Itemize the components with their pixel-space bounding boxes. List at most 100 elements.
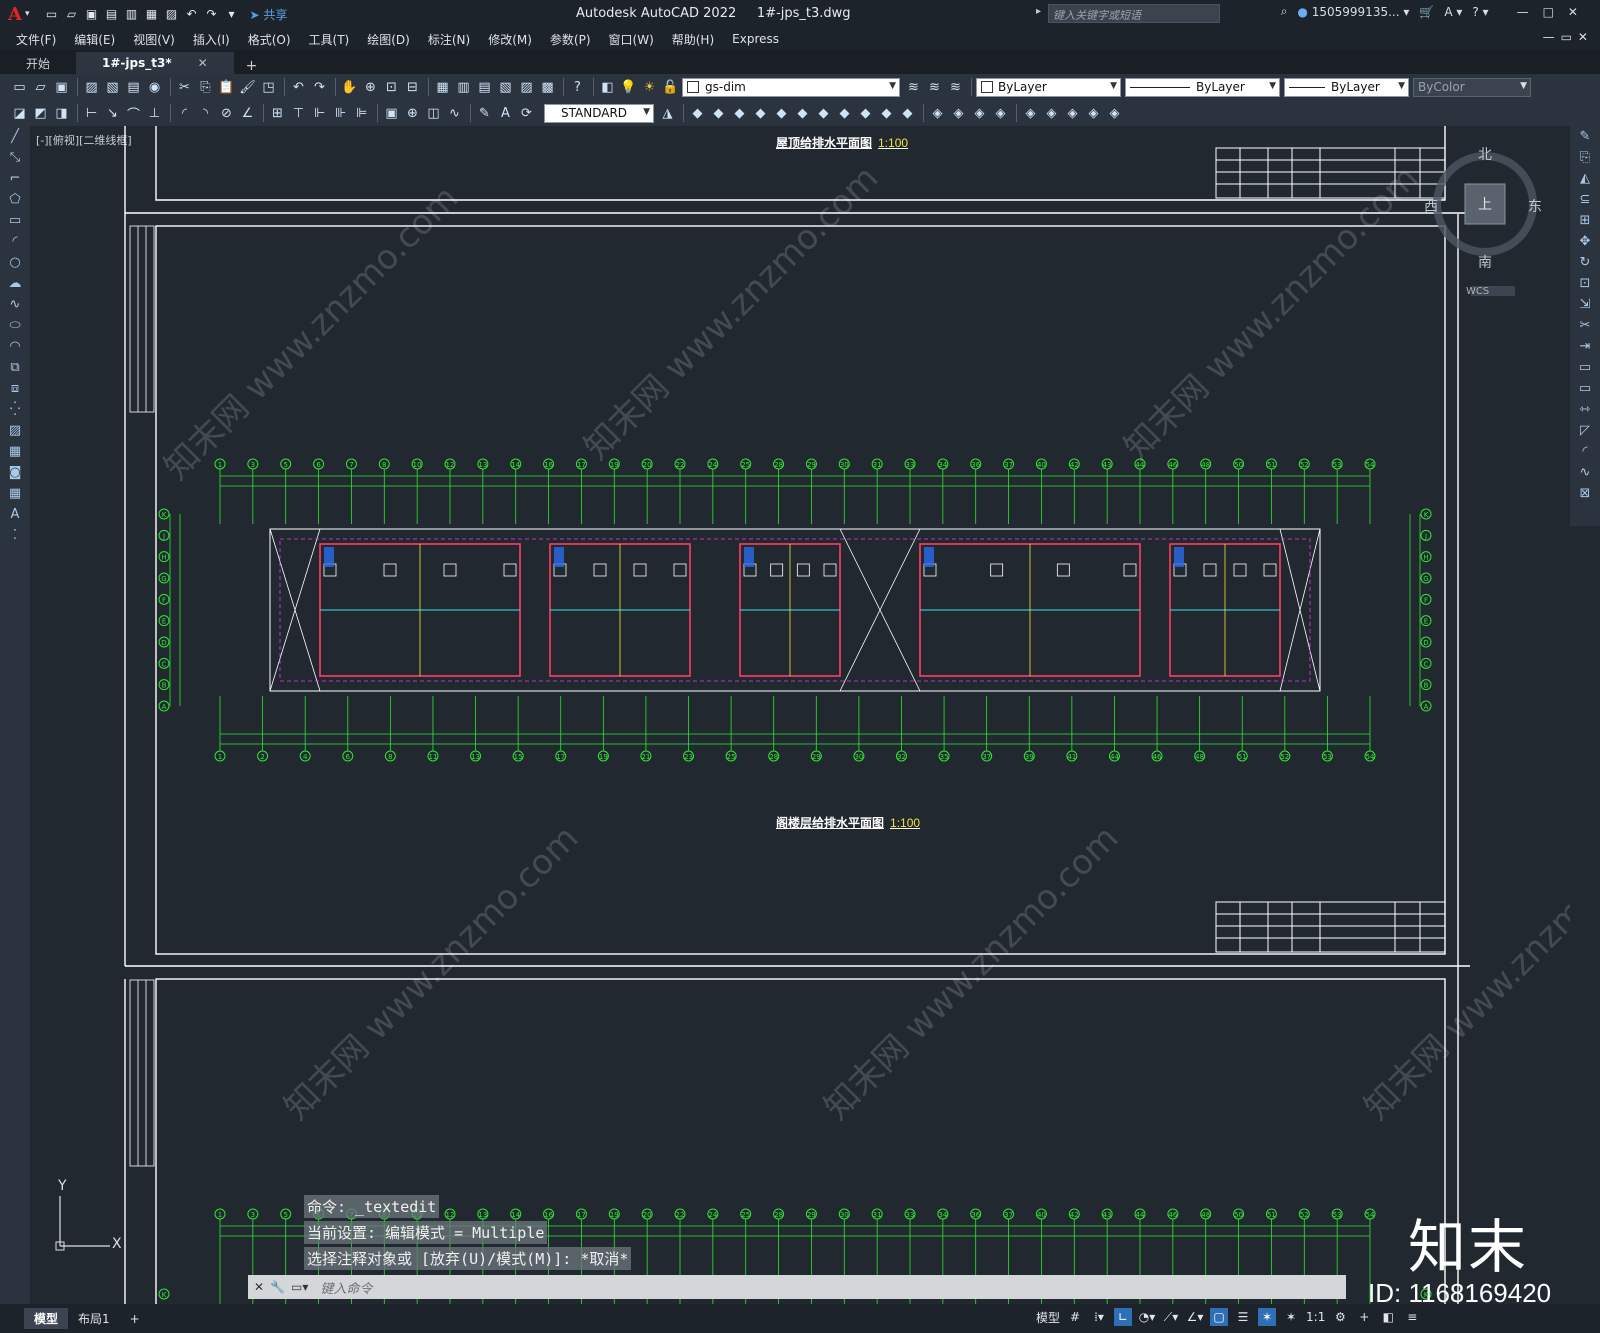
- continue-dimension-icon[interactable]: ⊩: [310, 104, 329, 122]
- render-tool-icon[interactable]: ◈: [949, 104, 968, 122]
- color-dropdown[interactable]: ByLayer ▼: [976, 77, 1121, 97]
- inspection-icon[interactable]: ◫: [424, 104, 443, 122]
- plot-icon[interactable]: ▨: [164, 6, 180, 22]
- design-center-icon[interactable]: ▥: [454, 78, 473, 96]
- tool-icon[interactable]: ◨: [52, 104, 71, 122]
- ortho-icon[interactable]: ∟: [1114, 1308, 1133, 1326]
- modify-tool-icon[interactable]: ◆: [835, 104, 854, 122]
- view-cube[interactable]: 北 南 东 西 上 WCS: [1424, 136, 1542, 297]
- render-tool-icon[interactable]: ◈: [970, 104, 989, 122]
- object-snap-icon[interactable]: ▢: [1210, 1308, 1229, 1326]
- linear-dimension-icon[interactable]: ⊢: [82, 104, 101, 122]
- match-properties-icon[interactable]: 🖌: [238, 78, 257, 96]
- search-icon[interactable]: ⌕: [1281, 4, 1288, 19]
- erase-icon[interactable]: ✎: [1570, 126, 1600, 147]
- multiline-text-icon[interactable]: A: [0, 504, 30, 525]
- wcs-menu[interactable]: WCS: [1466, 286, 1489, 297]
- menu-help[interactable]: 帮助(H): [672, 31, 714, 48]
- jogged-dimension-icon[interactable]: ◝: [196, 104, 215, 122]
- isolate-icon[interactable]: ◧: [1379, 1308, 1397, 1326]
- block-editor-icon[interactable]: ◳: [259, 78, 278, 96]
- add-layout-button[interactable]: +: [120, 1310, 150, 1328]
- new-file-icon[interactable]: ▭: [44, 6, 60, 22]
- dimension-break-icon[interactable]: ⊫: [352, 104, 371, 122]
- point-icon[interactable]: ⁛: [0, 399, 30, 420]
- insert-block-icon[interactable]: ⧉: [0, 357, 30, 378]
- quick-dimension-icon[interactable]: ⊞: [268, 104, 287, 122]
- undo-icon[interactable]: ↶: [184, 6, 200, 22]
- pan-icon[interactable]: ✋: [340, 78, 359, 96]
- command-line[interactable]: ✕ 🔧 ▭▾ 键入命令: [248, 1275, 1346, 1299]
- radius-dimension-icon[interactable]: ◜: [175, 104, 194, 122]
- tool-palettes-icon[interactable]: ▤: [475, 78, 494, 96]
- render-tool-icon[interactable]: ◈: [1084, 104, 1103, 122]
- tab-start[interactable]: 开始: [0, 52, 76, 74]
- rectangle-icon[interactable]: ▭: [0, 210, 30, 231]
- cart-icon[interactable]: 🛒: [1419, 5, 1434, 19]
- compass-north[interactable]: 北: [1478, 144, 1492, 164]
- lineweight-icon[interactable]: ☰: [1234, 1308, 1252, 1326]
- zoom-realtime-icon[interactable]: ⊕: [361, 78, 380, 96]
- diameter-dimension-icon[interactable]: ⊘: [217, 104, 236, 122]
- markup-icon[interactable]: ▨: [517, 78, 536, 96]
- document-window-controls[interactable]: —▭✕: [1543, 30, 1594, 44]
- render-tool-icon[interactable]: ◈: [1105, 104, 1124, 122]
- arc-length-icon[interactable]: ⌒: [124, 104, 143, 123]
- tab-model[interactable]: 模型: [24, 1308, 69, 1329]
- compass-east[interactable]: 东: [1528, 196, 1542, 216]
- make-block-icon[interactable]: ⧈: [0, 378, 30, 399]
- trim-icon[interactable]: ✂: [1570, 315, 1600, 336]
- search-expand-icon[interactable]: ▸: [1036, 6, 1041, 17]
- menu-draw[interactable]: 绘图(D): [367, 31, 410, 48]
- auto-scale-icon[interactable]: ✶: [1282, 1308, 1300, 1326]
- redo-icon[interactable]: ↷: [204, 6, 220, 22]
- tool-icon[interactable]: ◩: [31, 104, 50, 122]
- copy-object-icon[interactable]: ⎘: [1570, 147, 1600, 168]
- autodesk-app-icon[interactable]: A ▾: [1444, 5, 1462, 19]
- new-icon[interactable]: ▭: [10, 78, 29, 96]
- dimension-style-dropdown[interactable]: STANDARD ▼: [544, 103, 654, 123]
- user-account[interactable]: ● 1505999135... ▾: [1297, 5, 1409, 19]
- render-tool-icon[interactable]: ◈: [991, 104, 1010, 122]
- modify-tool-icon[interactable]: ◆: [898, 104, 917, 122]
- open-file-icon[interactable]: ▱: [64, 6, 80, 22]
- mirror-icon[interactable]: ◭: [1570, 168, 1600, 189]
- tool-icon[interactable]: ◪: [10, 104, 29, 122]
- copy-icon[interactable]: ⎘: [196, 78, 215, 96]
- tolerance-icon[interactable]: ▣: [382, 104, 401, 122]
- compass-west[interactable]: 西: [1424, 196, 1438, 216]
- compass-south[interactable]: 南: [1478, 252, 1492, 272]
- zoom-window-icon[interactable]: ⊡: [382, 78, 401, 96]
- close-tab-icon[interactable]: ✕: [198, 56, 208, 70]
- extend-icon[interactable]: ⇥: [1570, 336, 1600, 357]
- modify-tool-icon[interactable]: ◆: [856, 104, 875, 122]
- make-current-layer-icon[interactable]: ≋: [904, 78, 923, 96]
- customize-icon[interactable]: 🔧: [270, 1280, 285, 1294]
- redo-icon[interactable]: ↷: [310, 78, 329, 96]
- scale-icon[interactable]: ⊡: [1570, 273, 1600, 294]
- undo-icon[interactable]: ↶: [289, 78, 308, 96]
- menu-file[interactable]: 文件(F): [16, 31, 56, 48]
- center-mark-icon[interactable]: ⊕: [403, 104, 422, 122]
- aligned-dimension-icon[interactable]: ↘: [103, 104, 122, 122]
- import-icon[interactable]: ▥: [124, 6, 140, 22]
- layer-on-icon[interactable]: 💡: [619, 78, 638, 96]
- dimension-style-icon[interactable]: ◮: [658, 104, 677, 122]
- jogged-linear-icon[interactable]: ∿: [445, 104, 464, 122]
- zoom-previous-icon[interactable]: ⊟: [403, 78, 422, 96]
- render-tool-icon[interactable]: ◈: [1042, 104, 1061, 122]
- layer-lock-icon[interactable]: 🔓: [661, 78, 680, 96]
- move-icon[interactable]: ✥: [1570, 231, 1600, 252]
- export-icon[interactable]: ▦: [144, 6, 160, 22]
- annotation-scale[interactable]: 1:1: [1306, 1310, 1325, 1324]
- menu-view[interactable]: 视图(V): [133, 31, 175, 48]
- baseline-dimension-icon[interactable]: ⊤: [289, 104, 308, 122]
- ordinate-dimension-icon[interactable]: ⊥: [145, 104, 164, 122]
- blend-curves-icon[interactable]: ∿: [1570, 462, 1600, 483]
- menu-format[interactable]: 格式(O): [248, 31, 291, 48]
- save-icon[interactable]: ▣: [52, 78, 71, 96]
- tab-layout1[interactable]: 布局1: [68, 1308, 120, 1329]
- window-controls[interactable]: —□✕: [1517, 5, 1592, 19]
- add-selected-icon[interactable]: ⁚: [0, 525, 30, 546]
- menu-edit[interactable]: 编辑(E): [74, 31, 115, 48]
